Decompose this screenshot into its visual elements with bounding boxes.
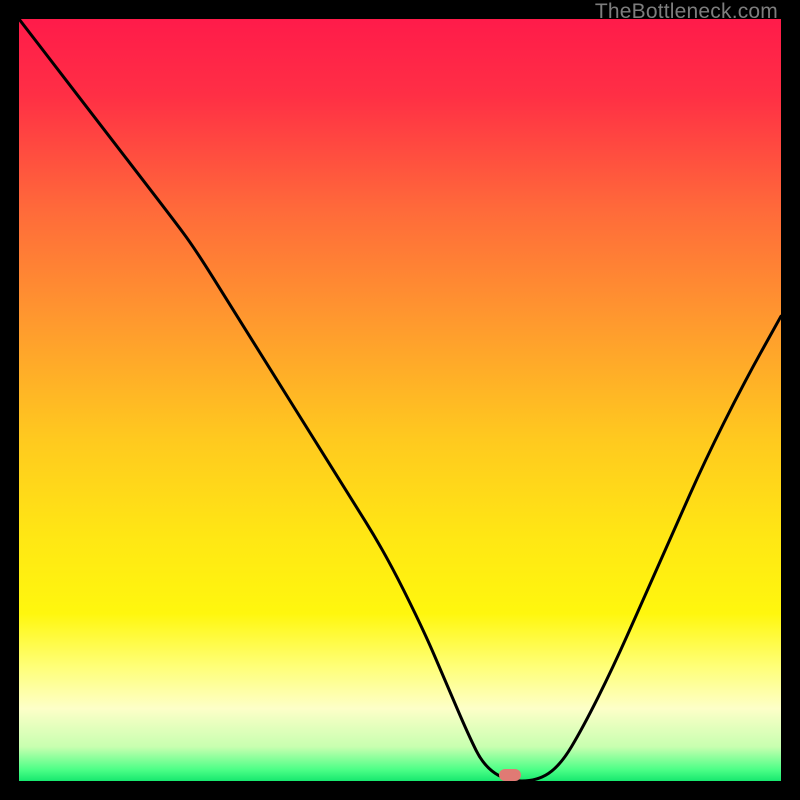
bottleneck-curve xyxy=(19,19,781,781)
optimal-marker xyxy=(499,769,521,781)
chart-container: TheBottleneck.com xyxy=(0,0,800,800)
watermark-label: TheBottleneck.com xyxy=(595,0,778,24)
plot-area xyxy=(19,19,781,781)
